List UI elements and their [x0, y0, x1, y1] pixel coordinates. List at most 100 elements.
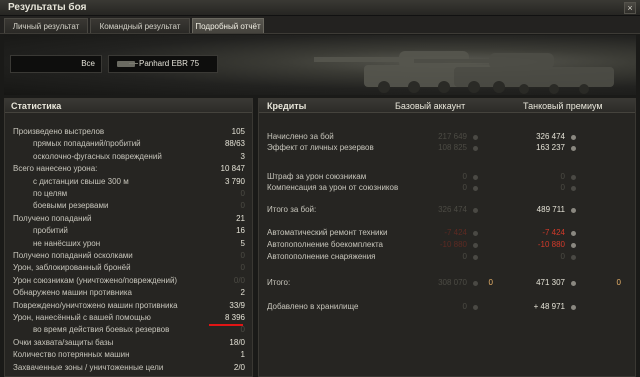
window-titlebar: Результаты боя × [0, 0, 640, 16]
credit-label: Автопополнение снаряжения [267, 252, 376, 261]
stat-row: Обнаружено машин противника 2 [13, 287, 245, 299]
battle-banner: Все Panhard EBR 75 [4, 35, 636, 95]
credit-base-value: 0 [462, 302, 467, 311]
credit-coin-icon [473, 208, 478, 213]
vehicle-filter-all[interactable]: Все [10, 55, 102, 73]
stat-label: с дистанции свыше 300 м [33, 176, 129, 186]
stat-label: Повреждено/уничтожено машин противника [13, 300, 178, 310]
stat-label: Урон, заблокированный бронёй [13, 263, 131, 273]
stat-value: 0 [240, 325, 245, 335]
credit-premium-value: 471 307 [536, 278, 565, 287]
statistics-title: Статистика [11, 101, 62, 111]
credit-base-value: 108 825 [438, 143, 467, 152]
credit-coin-icon [473, 186, 478, 191]
stat-row: во время действия боевых резервов 0 [13, 324, 245, 336]
tab-team-result[interactable]: Командный результат [90, 18, 190, 33]
vehicle-filter-tank-label: Panhard EBR 75 [139, 59, 200, 68]
stat-row: Количество потерянных машин 1 [13, 349, 245, 361]
stat-row: Урон союзникам (уничтожено/повреждений) 0… [13, 275, 245, 287]
stat-row: боевыми резервами 0 [13, 200, 245, 212]
stat-value: 105 [231, 127, 245, 136]
assisted-damage-underline [209, 324, 243, 326]
total-extra-zero: 0 [488, 278, 493, 287]
tank-artwork [314, 51, 614, 94]
stat-row: Повреждено/уничтожено машин противника 33… [13, 300, 245, 312]
stat-row: не нанёсших урон 5 [13, 238, 245, 250]
stat-row: по целям 0 [13, 188, 245, 200]
stat-label: не нанёсших урон [33, 238, 101, 248]
stat-row: Урон, заблокированный бронёй 0 [13, 262, 245, 274]
stat-value: 8 396 [224, 313, 245, 322]
credit-coin-icon [473, 135, 478, 140]
credit-base-value: 0 [462, 252, 467, 261]
vehicle-filter-all-label: Все [81, 59, 95, 68]
credit-coin-icon [571, 135, 576, 140]
credit-premium-value: 0 [560, 252, 565, 261]
credit-row: Автопополнение боекомплекта -10 880 -10 88… [267, 239, 627, 251]
credit-row: Итого: 308 070 471 307 [267, 277, 627, 289]
stat-label: пробитий [33, 226, 68, 236]
stat-label: Получено попаданий [13, 213, 92, 223]
stat-value: 88/63 [224, 139, 245, 149]
credit-coin-icon [473, 146, 478, 151]
credit-base-value: 0 [462, 183, 467, 192]
stat-row: пробитий 16 [13, 225, 245, 237]
credit-row: Автоматический ремонт техники -7 424 -7 42… [267, 227, 627, 239]
credit-coin-icon [571, 175, 576, 180]
stat-value: 21 [236, 213, 245, 223]
stat-row: Получено попаданий 21 [13, 213, 245, 225]
stat-label: Захваченные зоны / уничтоженные цели [13, 362, 164, 372]
vehicle-filter-tank[interactable]: Panhard EBR 75 [108, 55, 218, 73]
credit-premium-value: -10 880 [537, 240, 565, 249]
stat-value: 16 [236, 226, 245, 236]
credit-coin-icon [571, 146, 576, 151]
stat-row: Всего нанесено урона: 10 847 [13, 163, 245, 175]
stat-row: Захваченные зоны / уничтоженные цели 2/0 [13, 362, 245, 374]
stat-label: прямых попаданий/пробитий [33, 139, 141, 149]
stat-label: Урон союзникам (уничтожено/повреждений) [13, 275, 178, 285]
stat-label: Количество потерянных машин [13, 350, 130, 360]
stat-value: 0/0 [233, 275, 245, 285]
credit-premium-value: 489 711 [536, 205, 565, 214]
stat-value: 2 [240, 288, 245, 298]
credit-base-value: -7 424 [444, 228, 467, 237]
credit-coin-icon [571, 281, 576, 286]
credit-coin-icon [473, 305, 478, 310]
stat-row: Произведено выстрелов 105 [13, 126, 245, 138]
stat-label: Произведено выстрелов [13, 127, 105, 136]
total-extra-zero-cell: 0 [449, 277, 499, 289]
credit-row: Добавлено в хранилище 0 + 48 971 [267, 301, 627, 313]
credit-premium-value: + 48 971 [533, 302, 565, 311]
credit-row: Итого за бой: 326 474 489 711 [267, 204, 627, 216]
credit-label: Эффект от личных резервов [267, 143, 374, 152]
column-base-account: Базовый аккаунт [395, 101, 466, 111]
stat-value: 3 [240, 151, 245, 161]
credit-coin-icon [571, 186, 576, 191]
tab-personal-result[interactable]: Личный результат [4, 18, 88, 33]
tab-detailed-report[interactable]: Подробный отчёт [192, 18, 264, 33]
credit-coin-icon [473, 175, 478, 180]
credit-coin-icon [473, 231, 478, 236]
stat-label: осколочно-фугасных повреждений [33, 151, 162, 161]
column-tank-premium: Танковый премиум [523, 101, 603, 111]
stat-row: осколочно-фугасных повреждений 3 [13, 151, 245, 163]
credit-label: Автоматический ремонт техники [267, 228, 388, 237]
credit-premium-value: 163 237 [536, 143, 565, 152]
tank-icon [117, 61, 138, 67]
credit-row: Автопополнение снаряжения 0 0 [267, 251, 627, 263]
stat-value: 0 [240, 263, 245, 273]
credit-premium-value: -7 424 [542, 228, 565, 237]
close-button[interactable]: × [624, 2, 636, 14]
credit-row: Компенсация за урон от союзников 0 0 [267, 182, 627, 194]
credit-label: Итого: [267, 278, 291, 287]
total-extra-zero-premium-cell: 0 [577, 277, 627, 289]
stat-value: 2/0 [233, 362, 245, 372]
credit-base-value: -10 880 [439, 240, 467, 249]
stat-label: Всего нанесено урона: [13, 164, 98, 174]
credits-header: Кредиты Базовый аккаунт Танковый премиум [259, 99, 635, 113]
stat-row: Очки захвата/защиты базы 18/0 [13, 337, 245, 349]
credit-coin-icon [571, 255, 576, 260]
credit-label: Компенсация за урон от союзников [267, 183, 399, 192]
credit-label: Итого за бой: [267, 205, 317, 214]
stat-value: 10 847 [220, 164, 245, 174]
